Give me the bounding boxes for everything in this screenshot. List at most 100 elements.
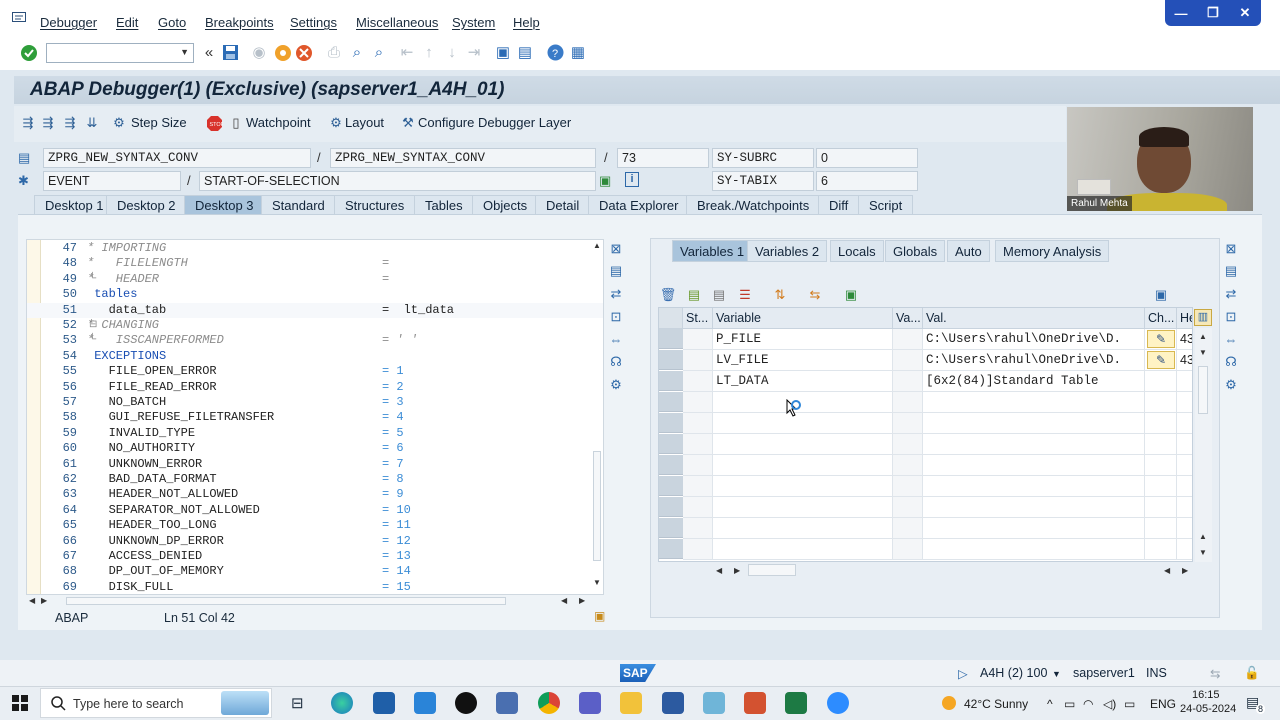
variable-name-cell[interactable]: LT_DATA (713, 371, 893, 392)
code-line[interactable]: 68 DP_OUT_OF_MEMORY = 14 (27, 564, 603, 579)
code-line[interactable]: 55 FILE_OPEN_ERROR = 1 (27, 364, 603, 379)
tab-variables-2[interactable]: Variables 2 (747, 240, 828, 262)
hex-value-cell[interactable]: 43 (1177, 350, 1192, 371)
tab-diff[interactable]: Diff (818, 195, 860, 215)
row-selector[interactable] (659, 518, 683, 538)
grid-cell[interactable] (893, 392, 923, 413)
execute-icon[interactable]: ⇶ (40, 115, 56, 131)
help-icon[interactable]: ? (547, 44, 564, 61)
hex-value-cell[interactable] (1177, 371, 1192, 392)
hex-value-cell[interactable]: 43 (1177, 329, 1192, 350)
chevron-down-icon[interactable]: ▼ (180, 47, 189, 57)
grid-cell[interactable] (1145, 518, 1177, 539)
code-line[interactable]: 51 data_tab = lt_data (27, 302, 603, 318)
grid-cell[interactable] (1145, 476, 1177, 497)
fold-marker-icon[interactable]: ⊟ (89, 319, 97, 330)
swap-tool-icon[interactable]: ⇔ (607, 331, 625, 349)
sap-gui-icon[interactable] (496, 692, 518, 714)
menu-goto[interactable]: Goto (158, 15, 186, 30)
grid-cell[interactable] (1145, 455, 1177, 476)
network-icon[interactable]: ▭ (1064, 697, 1075, 711)
minimize-button[interactable]: — (1172, 6, 1190, 21)
print-icon[interactable]: ⎙ (325, 44, 343, 62)
grid-cell[interactable] (1145, 392, 1177, 413)
grid-cell[interactable] (1177, 413, 1192, 434)
code-line[interactable]: 61 UNKNOWN_ERROR = 7 (27, 457, 603, 472)
row-selector[interactable] (659, 539, 683, 559)
grid-cell[interactable] (1145, 434, 1177, 455)
code-line[interactable]: 53 * ISSCANPERFORMED = ' ' (27, 333, 603, 348)
grid-horizontal-scrollbar[interactable]: ◀ ▶ ◀ ▶ (712, 563, 1192, 577)
row-selector[interactable] (659, 434, 683, 454)
new-tool-icon[interactable]: ▤ (607, 262, 625, 280)
store-icon[interactable] (373, 692, 395, 714)
code-line[interactable]: 54 EXCEPTIONS (27, 349, 603, 364)
grid-cell[interactable] (683, 497, 713, 518)
first-page-icon[interactable]: ⇤ (398, 44, 416, 62)
create-session-icon[interactable]: ▣ (494, 44, 512, 62)
column-header-status[interactable]: St... (683, 308, 713, 329)
column-header-hex[interactable]: He (1177, 308, 1192, 329)
dell-icon[interactable] (455, 692, 477, 714)
grid-cell[interactable] (923, 455, 1145, 476)
close-tool-icon[interactable]: ⊠ (607, 240, 625, 258)
grid-cell[interactable] (923, 413, 1145, 434)
code-line[interactable]: 63 HEADER_NOT_ALLOWED = 9 (27, 487, 603, 502)
taskbar-search-box[interactable]: Type here to search (40, 688, 272, 718)
grid-cell[interactable] (893, 371, 923, 392)
restore-button[interactable]: ❐ (1204, 5, 1222, 21)
zoom-icon[interactable] (827, 692, 849, 714)
tab-variables-1[interactable]: Variables 1 (672, 240, 753, 262)
edit-value-icon[interactable]: ✎ (1147, 330, 1175, 348)
previous-page-icon[interactable]: ↑ (420, 44, 438, 62)
grid-cell[interactable] (1177, 539, 1192, 560)
collapse-icon[interactable]: « (200, 44, 218, 62)
menu-settings[interactable]: Settings (290, 15, 337, 30)
tool-settings-icon[interactable]: ⚙ (1222, 376, 1240, 394)
tab-tables[interactable]: Tables (414, 195, 474, 215)
grid-cell[interactable] (713, 497, 893, 518)
customize-layout-icon[interactable]: ▦ (569, 44, 587, 62)
close-button[interactable]: ✕ (1236, 5, 1254, 21)
watchpoint-button[interactable]: Watchpoint (246, 115, 311, 130)
code-line[interactable]: 48 * FILELENGTH = (27, 256, 603, 271)
sap-logon-icon[interactable] (662, 692, 684, 714)
maximize-tool-icon[interactable]: ⊡ (1222, 308, 1240, 326)
code-line[interactable]: 59 INVALID_TYPE = 5 (27, 426, 603, 441)
battery-icon[interactable]: ▭ (1124, 697, 1135, 711)
grid-cell[interactable] (713, 455, 893, 476)
tab-script[interactable]: Script (858, 195, 914, 215)
grid-cell[interactable] (1177, 476, 1192, 497)
notepad-icon[interactable] (703, 692, 725, 714)
tab-detail[interactable]: Detail (535, 195, 591, 215)
powerpoint-icon[interactable] (744, 692, 766, 714)
return-icon[interactable]: ⇶ (62, 115, 78, 131)
fold-marker-icon[interactable]: └ (89, 273, 96, 284)
edge-icon[interactable] (331, 692, 353, 714)
grid-cell[interactable] (1145, 413, 1177, 434)
navigate-to-source-icon[interactable]: ▣ (599, 173, 611, 189)
shortcut-icon[interactable]: ▤ (516, 44, 534, 62)
variable-value-cell[interactable]: C:\Users\rahul\OneDrive\D. (923, 350, 1145, 371)
status-expand-icon[interactable]: ▷ (958, 666, 968, 681)
menu-help[interactable]: Help (513, 15, 540, 30)
grid-cell[interactable] (1145, 539, 1177, 560)
tab-globals[interactable]: Globals (885, 240, 946, 262)
continue-icon[interactable]: ⇊ (84, 115, 100, 131)
row-selector[interactable] (659, 497, 683, 517)
transfer-icon[interactable]: ⇆ (806, 286, 824, 304)
mail-icon[interactable] (414, 692, 436, 714)
code-line[interactable]: 50 tables (27, 287, 603, 302)
column-layout-icon[interactable]: ▥ (1194, 309, 1212, 326)
grid-cell[interactable] (683, 539, 713, 560)
grid-cell[interactable] (1177, 518, 1192, 539)
grid-cell[interactable] (893, 350, 923, 371)
grid-cell[interactable] (1177, 392, 1192, 413)
tab-desktop-2[interactable]: Desktop 2 (106, 195, 187, 215)
grid-cell[interactable] (893, 434, 923, 455)
delete-icon[interactable]: 🗑 (659, 286, 677, 304)
clock-date[interactable]: 24-05-2024 (1180, 703, 1236, 715)
find-next-icon[interactable]: ⌕ (370, 44, 388, 62)
code-line[interactable]: 60 NO_AUTHORITY = 6 (27, 441, 603, 456)
grid-cell[interactable] (713, 434, 893, 455)
